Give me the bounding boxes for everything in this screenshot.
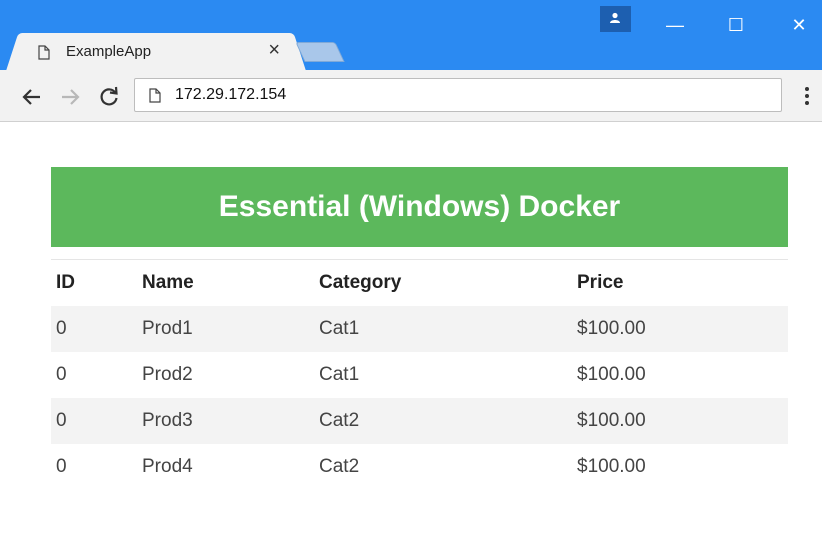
column-header-price: Price [572, 259, 788, 306]
minimize-button[interactable]: — [652, 0, 698, 50]
tab-close-icon[interactable]: × [268, 40, 280, 60]
cell-category: Cat2 [319, 455, 360, 477]
page-header: Essential (Windows) Docker [51, 167, 788, 247]
url-text: 172.29.172.154 [175, 86, 287, 103]
cell-category: Cat2 [314, 397, 572, 444]
table-row: 0 Prod2 Cat1 $100.00 [51, 352, 788, 398]
page-icon [149, 88, 161, 103]
toolbar: 172.29.172.154 [0, 70, 822, 122]
cell-name: Prod2 [142, 363, 193, 385]
table-row: 0 Prod1 Cat1 $100.00 [51, 305, 788, 352]
cell-category: Cat1 [314, 305, 572, 352]
tab-exampleapp[interactable]: ExampleApp × [22, 33, 290, 72]
cell-price: $100.00 [572, 397, 788, 444]
tab-title: ExampleApp [66, 43, 152, 60]
page-icon [38, 45, 50, 60]
cell-name: Prod3 [137, 397, 314, 444]
cell-id: 0 [56, 363, 67, 385]
cell-price: $100.00 [572, 305, 788, 352]
browser-window: ExampleApp × — ☐ ✕ 172.29.172.154 Essent… [0, 0, 822, 560]
page-title: Essential (Windows) Docker [218, 190, 621, 223]
page-content: Essential (Windows) Docker ID Name Categ… [5, 122, 817, 560]
reload-icon[interactable] [95, 83, 123, 111]
maximize-button[interactable]: ☐ [713, 0, 759, 50]
cell-id: 0 [56, 455, 67, 477]
new-tab-button[interactable] [295, 42, 345, 62]
forward-arrow-icon[interactable] [56, 83, 84, 111]
profile-button[interactable] [600, 6, 631, 32]
table-row: 0 Prod4 Cat2 $100.00 [51, 444, 788, 490]
back-arrow-icon[interactable] [18, 83, 46, 111]
cell-id: 0 [51, 397, 137, 444]
address-bar[interactable]: 172.29.172.154 [134, 78, 782, 112]
cell-category: Cat1 [319, 363, 360, 385]
title-bar: ExampleApp × — ☐ ✕ [0, 0, 822, 72]
column-header-name: Name [137, 259, 314, 306]
products-table: ID Name Category Price 0 Prod1 Cat1 $100… [51, 259, 788, 490]
profile-icon [610, 12, 620, 23]
column-header-id: ID [51, 259, 137, 306]
column-header-category: Category [314, 259, 572, 306]
close-window-button[interactable]: ✕ [776, 0, 822, 50]
table-row: 0 Prod3 Cat2 $100.00 [51, 397, 788, 444]
cell-price: $100.00 [577, 363, 646, 385]
table-header-row: ID Name Category Price [51, 259, 788, 306]
cell-name: Prod1 [137, 305, 314, 352]
cell-id: 0 [51, 305, 137, 352]
cell-price: $100.00 [577, 455, 646, 477]
cell-name: Prod4 [142, 455, 193, 477]
menu-dots-icon[interactable] [800, 84, 814, 108]
